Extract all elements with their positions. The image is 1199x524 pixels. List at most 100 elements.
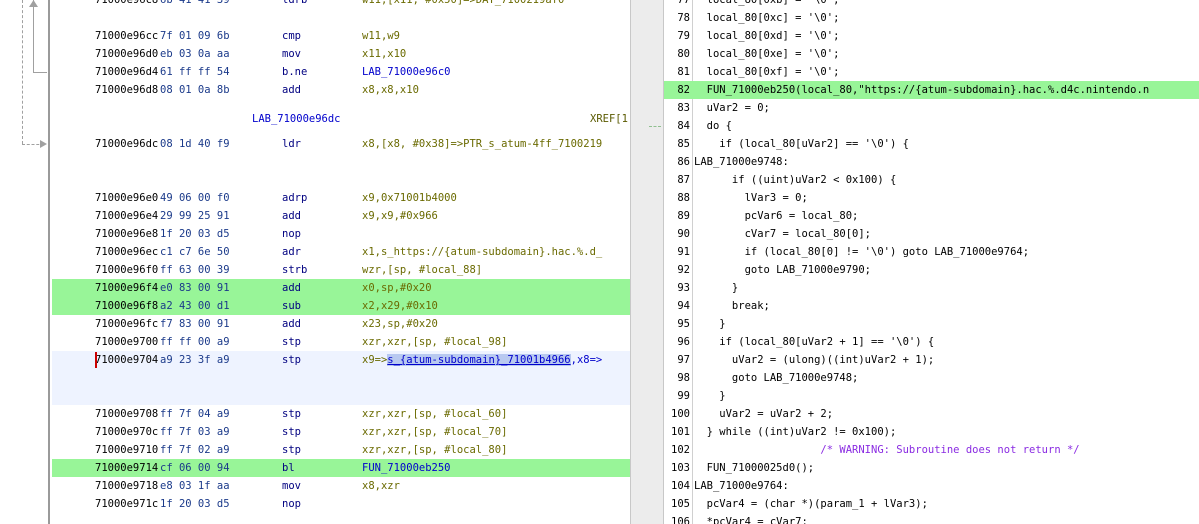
instruction-operands: x2,x29,#0x10 bbox=[362, 300, 438, 312]
instruction-operands: x9,0x71001b4000 bbox=[362, 192, 457, 204]
code-text: FUN_71000025d0(); bbox=[694, 462, 815, 474]
line-number: 96 bbox=[677, 336, 690, 348]
decompiler-line[interactable]: 79 local_80[0xd] = '\0'; bbox=[664, 27, 1199, 45]
instruction-mnemonic: ldrb bbox=[282, 0, 308, 6]
selected-symbol[interactable]: s_{atum-subdomain}_71001b4966 bbox=[387, 354, 571, 366]
instruction-operands: xzr,xzr,[sp, #local_70] bbox=[362, 426, 508, 438]
decompiler-line[interactable]: 88 lVar3 = 0; bbox=[664, 189, 1199, 207]
decompiler-line[interactable]: 94 break; bbox=[664, 297, 1199, 315]
line-number: 103 bbox=[671, 462, 690, 474]
decompiler-line[interactable]: 78 local_80[0xc] = '\0'; bbox=[664, 9, 1199, 27]
code-text: uVar2 = uVar2 + 2; bbox=[694, 408, 834, 420]
decompiler-line[interactable]: 81 local_80[0xf] = '\0'; bbox=[664, 63, 1199, 81]
line-number: 82 bbox=[677, 84, 690, 96]
listing-row[interactable]: 71000e9704 a9 23 3f a9 stp x9=>s_{atum-subd… bbox=[52, 351, 630, 369]
code-text: cVar7 = local_80[0]; bbox=[694, 228, 872, 240]
listing-row[interactable]: 71000e96ec c1 c7 6e 50 adr x1,s_https://{at… bbox=[52, 243, 630, 261]
decompiler-line[interactable]: 93 } bbox=[664, 279, 1199, 297]
decompiler-line[interactable]: 106 *pcVar4 = cVar7; bbox=[664, 513, 1199, 524]
listing-row[interactable] bbox=[52, 369, 630, 387]
instruction-address: 71000e970c bbox=[95, 426, 159, 438]
listing-row[interactable]: 71000e96f0 ff 63 00 39 strb wzr,[sp, #local… bbox=[52, 261, 630, 279]
listing-row[interactable]: 71000e971c 1f 20 03 d5 nop bbox=[52, 495, 630, 513]
listing-row[interactable]: 71000e970c ff 7f 03 a9 stp xzr,xzr,[sp, #lo… bbox=[52, 423, 630, 441]
decompiler-line[interactable]: 103 FUN_71000025d0(); bbox=[664, 459, 1199, 477]
listing-row[interactable]: 71000e96c8 6b 41 41 39 ldrb w11,[x11, #0x50… bbox=[52, 0, 630, 9]
decompiler-line[interactable]: 92 goto LAB_71000e9790; bbox=[664, 261, 1199, 279]
instruction-bytes: c1 c7 6e 50 bbox=[160, 246, 230, 258]
instruction-address: 71000e96e4 bbox=[95, 210, 159, 222]
listing-row[interactable] bbox=[52, 387, 630, 405]
decompiler-line[interactable]: 82 FUN_71000eb250(local_80,"https://{atu… bbox=[664, 81, 1199, 99]
decompiler-line[interactable]: 97 uVar2 = (ulong)((int)uVar2 + 1); bbox=[664, 351, 1199, 369]
operand-prefix: x9=> bbox=[362, 354, 388, 366]
instruction-mnemonic: strb bbox=[282, 264, 308, 276]
xref-link[interactable]: XREF[1 bbox=[590, 110, 628, 128]
instruction-address: 71000e96cc bbox=[95, 30, 159, 42]
listing-row[interactable]: 71000e96f4 e0 83 00 91 add x0,sp,#0x20 bbox=[52, 279, 630, 297]
decompiler-line[interactable]: 84 do { bbox=[664, 117, 1199, 135]
instruction-address: 71000e9700 bbox=[95, 336, 159, 348]
decompiler-line[interactable]: 95 } bbox=[664, 315, 1199, 333]
listing-row[interactable] bbox=[52, 9, 630, 27]
listing-row[interactable]: 71000e9708 ff 7f 04 a9 stp xzr,xzr,[sp, #lo… bbox=[52, 405, 630, 423]
instruction-operands: x0,sp,#0x20 bbox=[362, 282, 432, 294]
arrow-head-icon bbox=[40, 140, 47, 148]
listing-row[interactable]: 71000e9700 ff ff 00 a9 stp xzr,xzr,[sp, #lo… bbox=[52, 333, 630, 351]
instruction-bytes: 49 06 00 f0 bbox=[160, 192, 230, 204]
listing-row[interactable]: 71000e96e8 1f 20 03 d5 nop bbox=[52, 225, 630, 243]
decompiler-line[interactable]: 101 } while ((int)uVar2 != 0x100); bbox=[664, 423, 1199, 441]
code-text: } while ((int)uVar2 != 0x100); bbox=[694, 426, 897, 438]
decompiler-line[interactable]: 104 LAB_71000e9764: bbox=[664, 477, 1199, 495]
decompiler-line[interactable]: 105 pcVar4 = (char *)(param_1 + lVar3); bbox=[664, 495, 1199, 513]
listing-pane[interactable]: 71000e96c8 6b 41 41 39 ldrb w11,[x11, #0x50… bbox=[0, 0, 630, 524]
decompiler-line[interactable]: 85 if (local_80[uVar2] == '\0') { bbox=[664, 135, 1199, 153]
decompiler-line[interactable]: 102 /* WARNING: Subroutine does not retu… bbox=[664, 441, 1199, 459]
instruction-operands: x8,xzr bbox=[362, 480, 400, 492]
listing-row[interactable]: 71000e9710 ff 7f 02 a9 stp xzr,xzr,[sp, #lo… bbox=[52, 441, 630, 459]
listing-row[interactable]: 71000e96e0 49 06 00 f0 adrp x9,0x71001b4000 bbox=[52, 189, 630, 207]
decompiler-line[interactable]: 99 } bbox=[664, 387, 1199, 405]
listing-row[interactable]: 71000e96e4 29 99 25 91 add x9,x9,#0x966 bbox=[52, 207, 630, 225]
decompiler-line[interactable]: 98 goto LAB_71000e9748; bbox=[664, 369, 1199, 387]
decompiler-pane[interactable]: 77 local_80[0xb] = '\0'; 78 local_80[0xc]… bbox=[664, 0, 1199, 524]
decompiler-line[interactable]: 89 pcVar6 = local_80; bbox=[664, 207, 1199, 225]
decompiler-line[interactable]: 83 uVar2 = 0; bbox=[664, 99, 1199, 117]
listing-row[interactable] bbox=[52, 153, 630, 171]
pane-divider[interactable] bbox=[630, 0, 664, 524]
line-number: 98 bbox=[677, 372, 690, 384]
code-label[interactable]: LAB_71000e96dc bbox=[252, 110, 341, 128]
listing-row[interactable]: 71000e96d8 08 01 0a 8b add x8,x8,x10 bbox=[52, 81, 630, 99]
instruction-address: 71000e96f4 bbox=[95, 282, 159, 294]
instruction-bytes: 08 01 0a 8b bbox=[160, 84, 230, 96]
instruction-mnemonic: nop bbox=[282, 228, 301, 240]
listing-row[interactable]: 71000e96fc f7 83 00 91 add x23,sp,#0x20 bbox=[52, 315, 630, 333]
listing-row[interactable]: 71000e9718 e8 03 1f aa mov x8,xzr bbox=[52, 477, 630, 495]
listing-row[interactable]: 71000e96cc 7f 01 09 6b cmp w11,w9 bbox=[52, 27, 630, 45]
listing-row[interactable]: 71000e96d0 eb 03 0a aa mov x11,x10 bbox=[52, 45, 630, 63]
decompiler-line[interactable]: 91 if (local_80[0] != '\0') goto LAB_710… bbox=[664, 243, 1199, 261]
instruction-mnemonic: stp bbox=[282, 444, 301, 456]
listing-row[interactable]: 71000e96d4 61 ff ff 54 b.ne LAB_71000e96c0 bbox=[52, 63, 630, 81]
code-text: uVar2 = (ulong)((int)uVar2 + 1); bbox=[694, 354, 935, 366]
decompiler-line[interactable]: 86 LAB_71000e9748: bbox=[664, 153, 1199, 171]
instruction-operands: x23,sp,#0x20 bbox=[362, 318, 438, 330]
decompiler-line[interactable]: 77 local_80[0xb] = '\0'; bbox=[664, 0, 1199, 9]
decompiler-line[interactable]: 100 uVar2 = uVar2 + 2; bbox=[664, 405, 1199, 423]
code-text: local_80[0xb] = '\0'; bbox=[694, 0, 840, 6]
decompiler-line[interactable]: 90 cVar7 = local_80[0]; bbox=[664, 225, 1199, 243]
listing-row[interactable]: 71000e96f8 a2 43 00 d1 sub x2,x29,#0x10 bbox=[52, 297, 630, 315]
listing-row[interactable]: 71000e96dc 08 1d 40 f9 ldr x8,[x8, #0x38]=>… bbox=[52, 135, 630, 153]
label-row[interactable]: LAB_71000e96dc XREF[1 bbox=[52, 110, 630, 128]
instruction-mnemonic: add bbox=[282, 282, 301, 294]
listing-row[interactable]: 71000e9714 cf 06 00 94 bl FUN_71000eb250 bbox=[52, 459, 630, 477]
listing-row[interactable] bbox=[52, 171, 630, 189]
instruction-address: 71000e9714 bbox=[95, 462, 159, 474]
arrow-head-icon bbox=[29, 0, 38, 7]
flow-arrow-line bbox=[22, 0, 23, 144]
decompiler-line[interactable]: 96 if (local_80[uVar2 + 1] == '\0') { bbox=[664, 333, 1199, 351]
line-number: 101 bbox=[671, 426, 690, 438]
decompiler-line[interactable]: 80 local_80[0xe] = '\0'; bbox=[664, 45, 1199, 63]
instruction-bytes: a9 23 3f a9 bbox=[160, 354, 230, 366]
decompiler-line[interactable]: 87 if ((uint)uVar2 < 0x100) { bbox=[664, 171, 1199, 189]
